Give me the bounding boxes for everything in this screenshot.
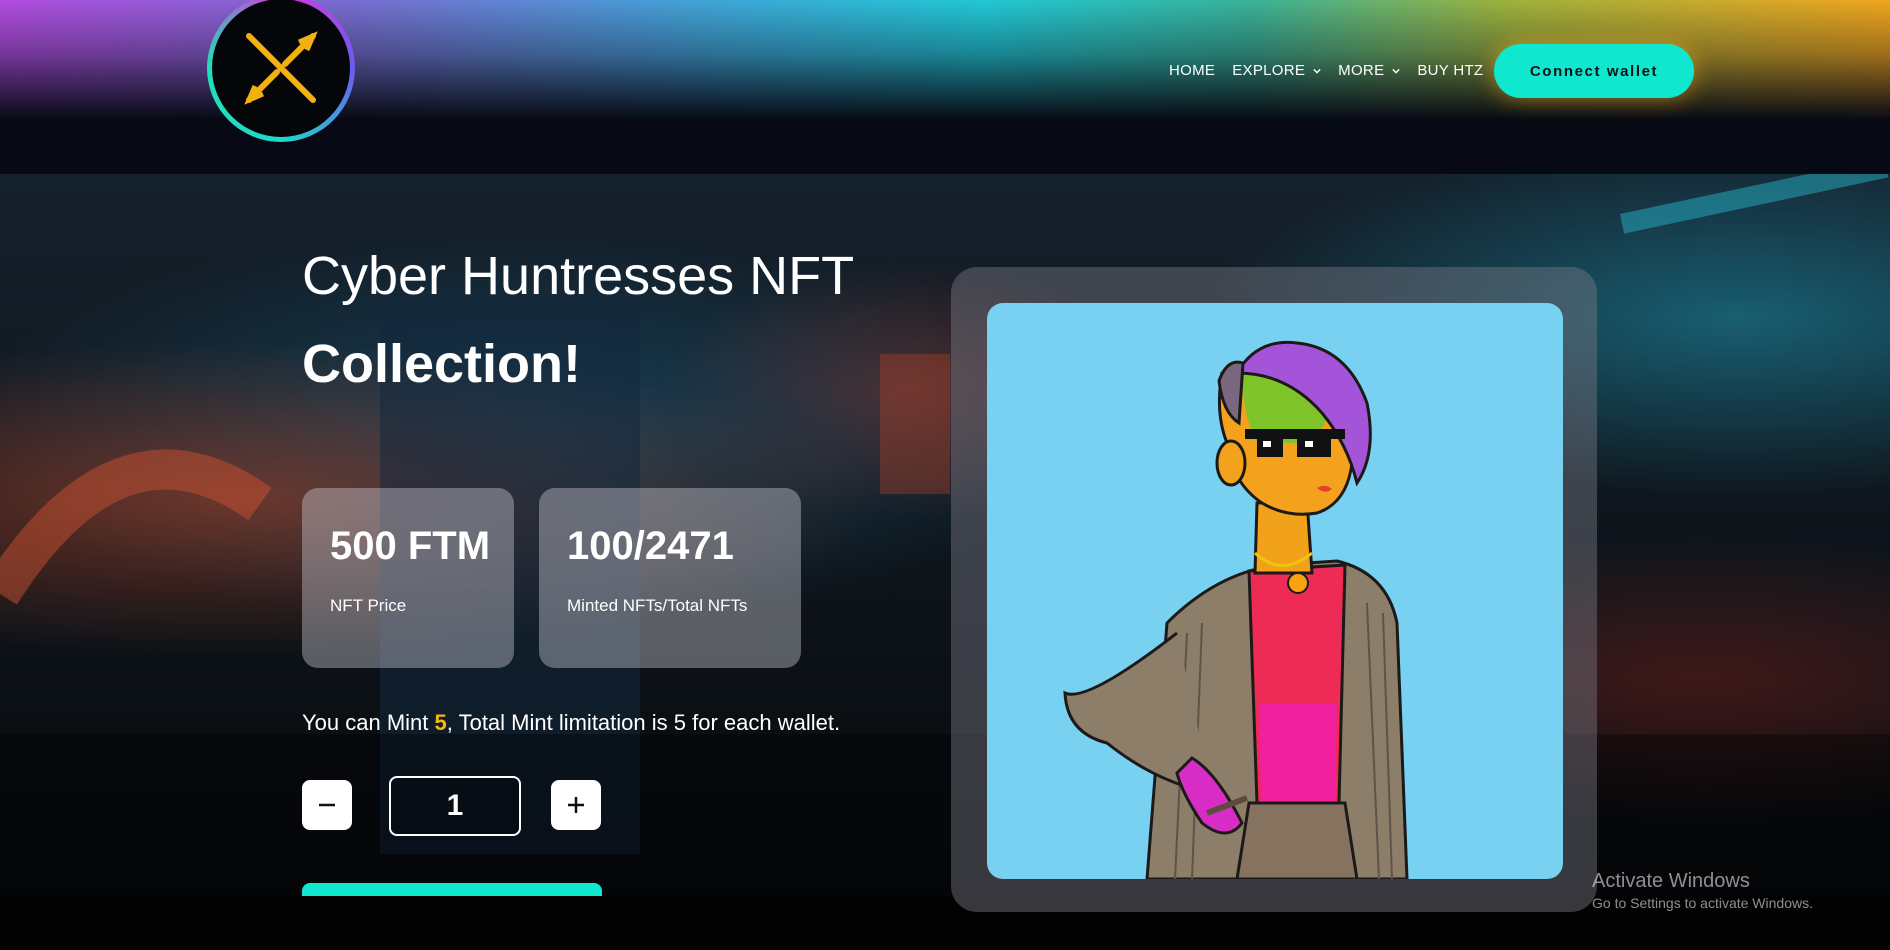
stat-card-minted: 100/2471 Minted NFTs/Total NFTs	[539, 488, 801, 668]
minted-count-value: 100/2471	[567, 524, 734, 568]
mint-limit-prefix: You can Mint	[302, 710, 435, 735]
nav-more[interactable]: MORE	[1338, 62, 1401, 79]
nft-price-value: 500 FTM	[330, 524, 491, 568]
hero-title: Cyber Huntresses NFT Collection!	[302, 232, 942, 408]
minus-icon	[319, 803, 335, 807]
nav-home[interactable]: HOME	[1169, 62, 1215, 79]
logo[interactable]	[207, 0, 355, 142]
header-connect-wallet-button[interactable]: Connect wallet	[1494, 44, 1694, 98]
cyberpunk-scene	[0, 174, 1890, 896]
nav-buy-htz-label: BUY HTZ	[1417, 62, 1484, 79]
watermark-title: Activate Windows	[1592, 870, 1750, 892]
nft-preview-image	[987, 303, 1563, 879]
plus-icon	[568, 797, 584, 813]
stat-card-price: 500 FTM NFT Price	[302, 488, 514, 668]
mint-limit-text: You can Mint 5, Total Mint limitation is…	[302, 710, 840, 736]
nft-preview-frame	[951, 267, 1597, 912]
site-header: HOME EXPLORE MORE BUY HTZ Connect wallet	[0, 0, 1890, 174]
chevron-down-icon	[1313, 68, 1321, 74]
watermark-subtitle: Go to Settings to activate Windows.	[1592, 895, 1813, 911]
decrement-button[interactable]	[302, 780, 352, 830]
hero-title-line2: Collection!	[302, 334, 581, 394]
nav-explore-label: EXPLORE	[1232, 62, 1306, 79]
nav-home-label: HOME	[1169, 62, 1216, 79]
nav-more-label: MORE	[1338, 62, 1385, 79]
nav-buy-htz[interactable]: BUY HTZ	[1417, 62, 1483, 79]
increment-button[interactable]	[551, 780, 601, 830]
main-nav: HOME EXPLORE MORE BUY HTZ	[1169, 62, 1500, 79]
quantity-input[interactable]	[389, 776, 521, 836]
nav-explore[interactable]: EXPLORE	[1232, 62, 1321, 79]
nft-price-label: NFT Price	[330, 596, 407, 615]
hero-title-line1: Cyber Huntresses NFT	[302, 246, 855, 306]
hero-background	[0, 174, 1890, 896]
mint-limit-suffix: , Total Mint limitation is 5 for each wa…	[446, 710, 841, 735]
minted-count-label: Minted NFTs/Total NFTs	[567, 596, 748, 615]
chevron-down-icon	[1392, 68, 1401, 74]
huntress-illustration	[1063, 340, 1409, 879]
windows-activation-watermark: Activate Windows Go to Settings to activ…	[1592, 870, 1813, 911]
logo-x-icon	[244, 31, 318, 105]
mint-limit-count: 5	[434, 710, 447, 735]
